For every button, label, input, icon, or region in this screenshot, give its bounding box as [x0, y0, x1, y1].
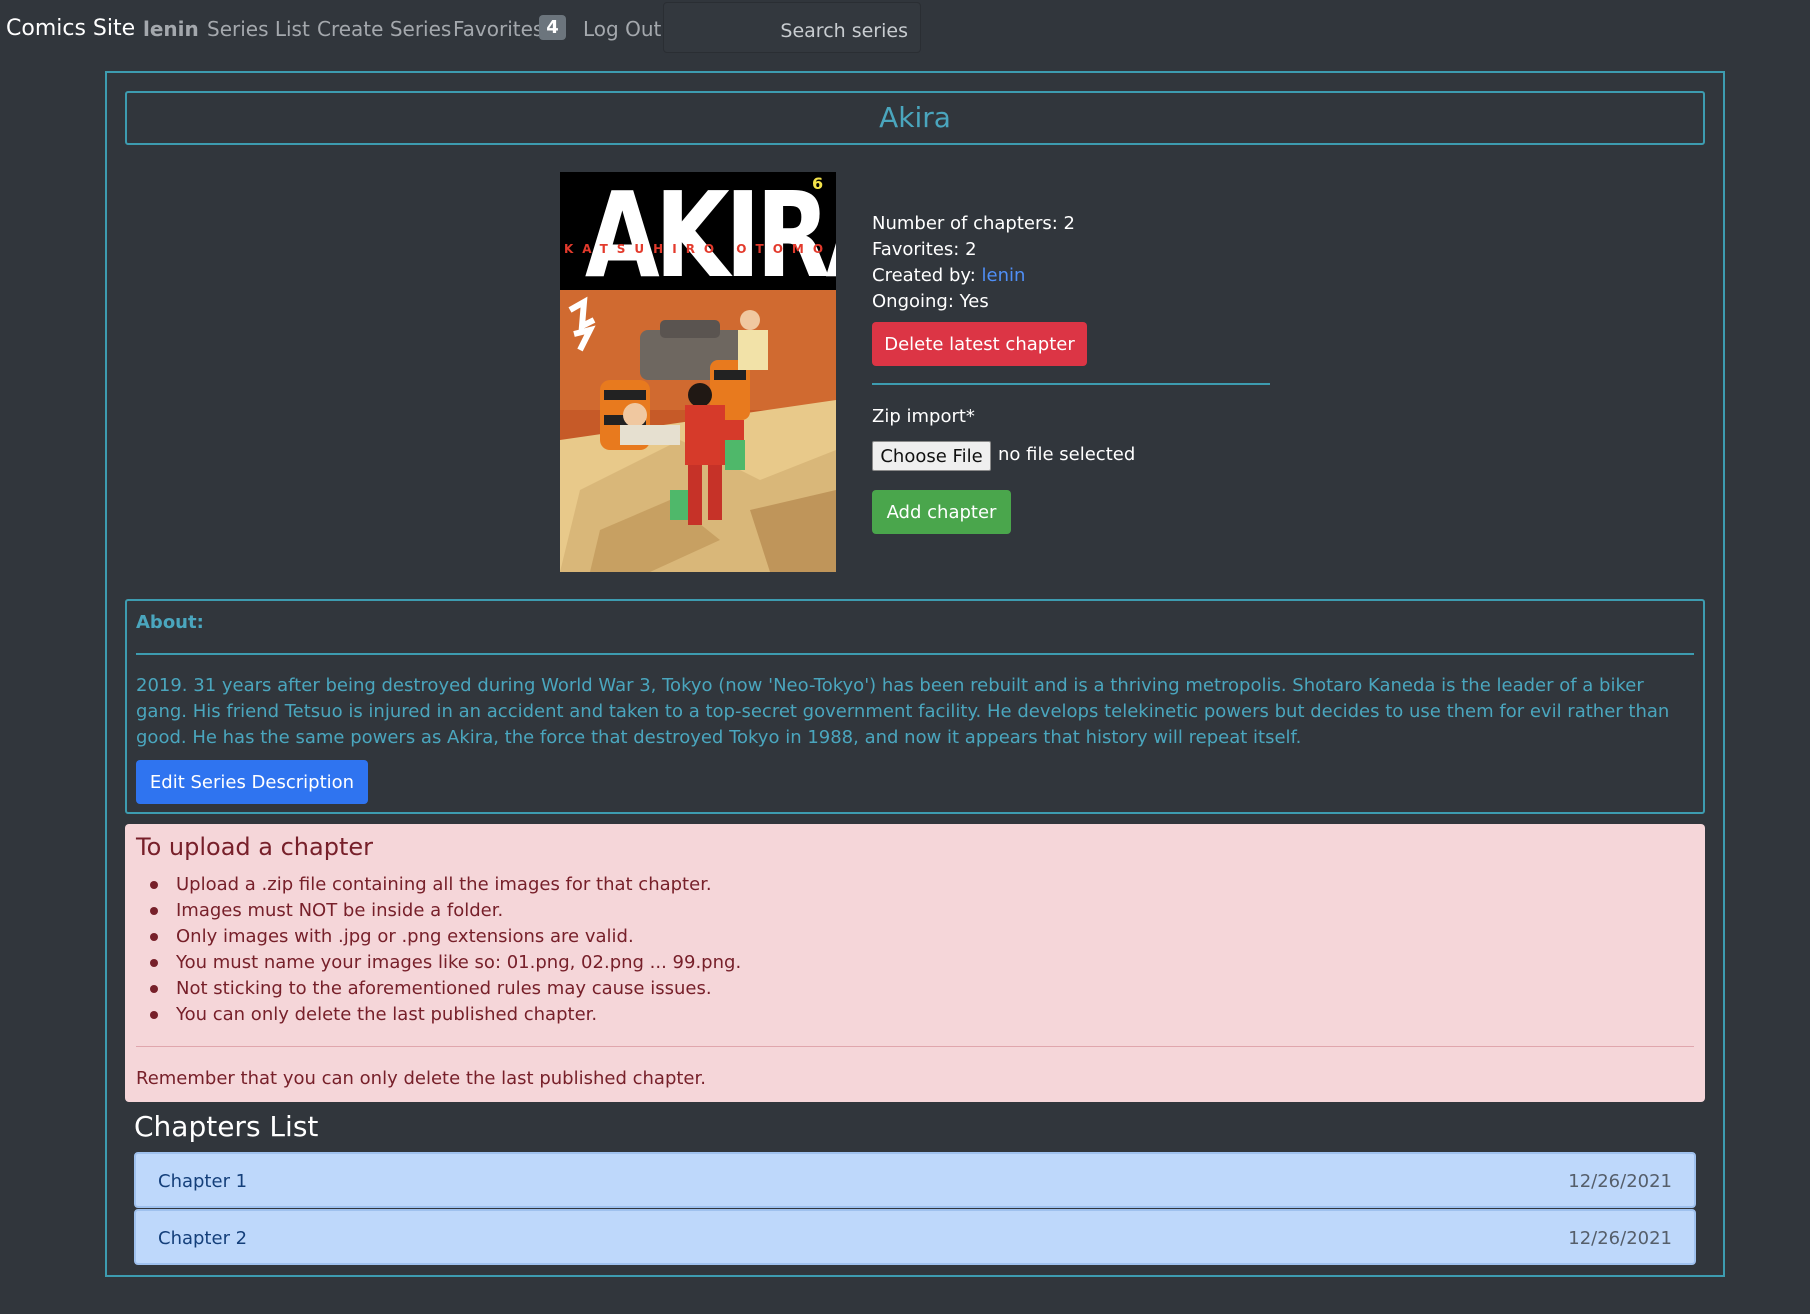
about-heading: About:	[136, 612, 204, 633]
chapter-date: 12/26/2021	[1568, 1171, 1672, 1192]
chapter-date: 12/26/2021	[1568, 1228, 1672, 1249]
chapter-name: Chapter 1	[158, 1171, 248, 1192]
chapter-list-item[interactable]: Chapter 2 12/26/2021	[134, 1209, 1696, 1265]
alert-divider	[136, 1046, 1694, 1047]
edit-series-description-button[interactable]: Edit Series Description	[136, 760, 368, 804]
chapter-count: Number of chapters: 2	[872, 213, 1076, 234]
about-divider	[136, 653, 1694, 655]
nav-series-list-link[interactable]: Series List	[207, 17, 310, 41]
divider	[872, 383, 1270, 385]
delete-latest-chapter-button[interactable]: Delete latest chapter	[872, 322, 1087, 366]
cover-volume-number: 6	[812, 174, 824, 193]
upload-instructions-title: To upload a chapter	[136, 833, 373, 861]
file-status-text: no file selected	[998, 444, 1136, 465]
ongoing-status: Ongoing: Yes	[872, 291, 989, 312]
favorites-count: Favorites: 2	[872, 239, 977, 260]
upload-rule-item: Only images with .jpg or .png extensions…	[136, 924, 741, 950]
nav-logout-link[interactable]: Log Out	[583, 17, 661, 41]
nav-user-link[interactable]: lenin	[143, 17, 199, 41]
cover-title-text: AKIRA	[584, 172, 836, 304]
chapter-name: Chapter 2	[158, 1228, 248, 1249]
upload-rule-item: Upload a .zip file containing all the im…	[136, 872, 741, 898]
brand-link[interactable]: Comics Site	[6, 16, 135, 41]
navbar: Comics Site lenin Series List Create Ser…	[0, 0, 1810, 58]
upload-rule-item: Not sticking to the aforementioned rules…	[136, 976, 741, 1002]
cover-artwork	[560, 290, 836, 572]
upload-rules-list: Upload a .zip file containing all the im…	[136, 872, 741, 1028]
created-by: Created by: lenin	[872, 265, 1025, 286]
search-input[interactable]: Search series	[663, 2, 921, 53]
cover-title-band: AKIRA KATSUHIRO OTOMO 6	[560, 172, 836, 304]
favorites-count-badge: 4	[539, 15, 566, 40]
choose-file-button[interactable]: Choose File	[872, 441, 991, 471]
nav-favorites-link[interactable]: Favorites	[453, 17, 543, 41]
upload-rule-item: You can only delete the last published c…	[136, 1002, 741, 1028]
add-chapter-button[interactable]: Add chapter	[872, 490, 1011, 534]
chapters-list-title: Chapters List	[134, 1110, 319, 1143]
cover-author-text: KATSUHIRO OTOMO	[563, 242, 833, 256]
series-title: Akira	[125, 91, 1705, 145]
created-by-label: Created by:	[872, 265, 982, 286]
creator-link[interactable]: lenin	[982, 265, 1026, 286]
chapter-list-item[interactable]: Chapter 1 12/26/2021	[134, 1152, 1696, 1208]
upload-rule-item: You must name your images like so: 01.pn…	[136, 950, 741, 976]
series-cover-image: AKIRA KATSUHIRO OTOMO 6	[560, 172, 836, 572]
series-description: 2019. 31 years after being destroyed dur…	[136, 675, 1670, 748]
zip-import-label: Zip import*	[872, 406, 975, 427]
nav-create-series-link[interactable]: Create Series	[317, 17, 451, 41]
upload-reminder: Remember that you can only delete the la…	[136, 1068, 706, 1089]
upload-rule-item: Images must NOT be inside a folder.	[136, 898, 741, 924]
